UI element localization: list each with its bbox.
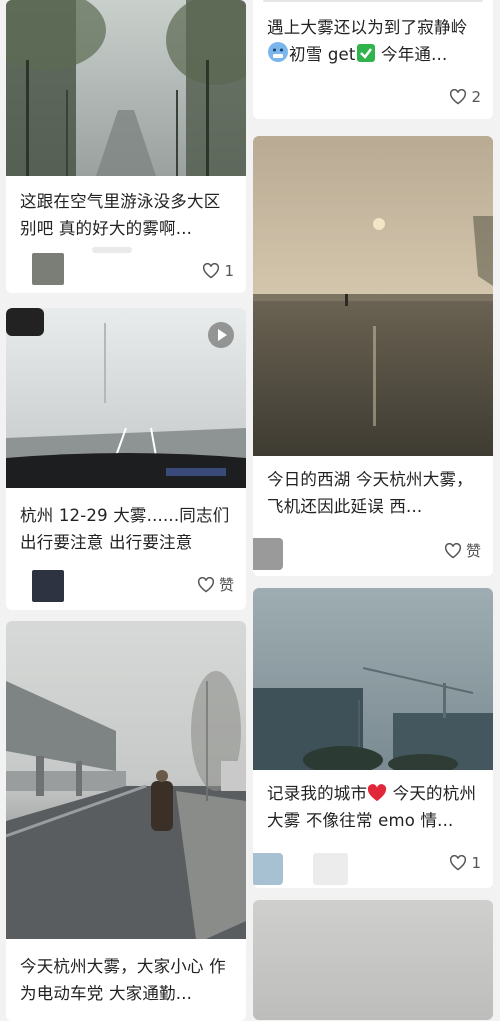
note-cover-image[interactable]: [253, 900, 493, 1020]
title-text: 记录我的城市: [267, 784, 368, 803]
note-title: 这跟在空气里游泳没多大区别吧 真的好大的雾啊...: [20, 192, 221, 238]
like-count: 2: [471, 88, 481, 106]
like-count: 赞: [465, 542, 481, 560]
title-text: 遇上大雾还以为到了寂静岭: [267, 18, 468, 37]
like-button[interactable]: 1: [449, 854, 481, 872]
like-count: 赞: [218, 576, 234, 594]
like-count: 1: [471, 854, 481, 872]
note-title: 今日的西湖 今天杭州大雾，飞机还因此延误 西...: [267, 470, 473, 516]
note-card[interactable]: 今天杭州大雾，大家小心 作为电动车党 大家通勤...: [6, 621, 246, 1021]
note-card[interactable]: 这跟在空气里游泳没多大区别吧 真的好大的雾啊... 1: [6, 0, 246, 293]
cover-edge: [263, 0, 483, 2]
title-text: 今年通...: [375, 45, 448, 64]
like-button[interactable]: 赞: [444, 540, 481, 561]
play-icon: [218, 329, 227, 341]
heart-outline-icon: [450, 89, 467, 105]
author-avatar[interactable]: [32, 253, 64, 285]
author-avatar[interactable]: [32, 570, 64, 602]
heart-outline-icon: [203, 263, 220, 279]
check-mark-emoji: [356, 44, 375, 62]
note-cover-image[interactable]: [6, 621, 246, 939]
heart-outline-icon: [444, 542, 461, 558]
note-card[interactable]: 记录我的城市 今天的杭州大雾 不像往常 emo 情... 1: [253, 588, 493, 888]
like-button[interactable]: 1: [202, 262, 234, 280]
like-button[interactable]: 2: [449, 88, 481, 106]
author-name-blurred: [92, 247, 132, 253]
like-count: 1: [224, 262, 234, 280]
author-avatar[interactable]: [253, 853, 283, 885]
title-text: 初雪 get: [289, 45, 356, 64]
note-title: 杭州 12-29 大雾......同志们 出行要注意 出行要注意: [20, 506, 230, 552]
note-card[interactable]: 杭州 12-29 大雾......同志们 出行要注意 出行要注意 赞: [6, 308, 246, 610]
like-button[interactable]: 赞: [197, 574, 234, 595]
note-cover-image[interactable]: [6, 0, 246, 176]
author-name-blurred: [313, 853, 348, 885]
note-card[interactable]: 今日的西湖 今天杭州大雾，飞机还因此延误 西... 赞: [253, 136, 493, 576]
heart-outline-icon: [450, 855, 467, 871]
red-heart-emoji: [368, 784, 387, 802]
note-cover-image[interactable]: [253, 136, 493, 456]
author-avatar[interactable]: [253, 538, 283, 570]
note-card[interactable]: [253, 900, 493, 1020]
cold-face-emoji: [268, 42, 288, 62]
note-title: 记录我的城市 今天的杭州大雾 不像往常 emo 情...: [267, 780, 481, 834]
video-indicator: [208, 322, 234, 348]
note-card[interactable]: 遇上大雾还以为到了寂静岭初雪 get 今年通... 2: [253, 0, 493, 119]
heart-outline-icon: [197, 576, 214, 592]
note-title: 遇上大雾还以为到了寂静岭初雪 get 今年通...: [267, 14, 481, 68]
note-cover-image[interactable]: [253, 588, 493, 770]
note-title: 今天杭州大雾，大家小心 作为电动车党 大家通勤...: [20, 957, 226, 1003]
